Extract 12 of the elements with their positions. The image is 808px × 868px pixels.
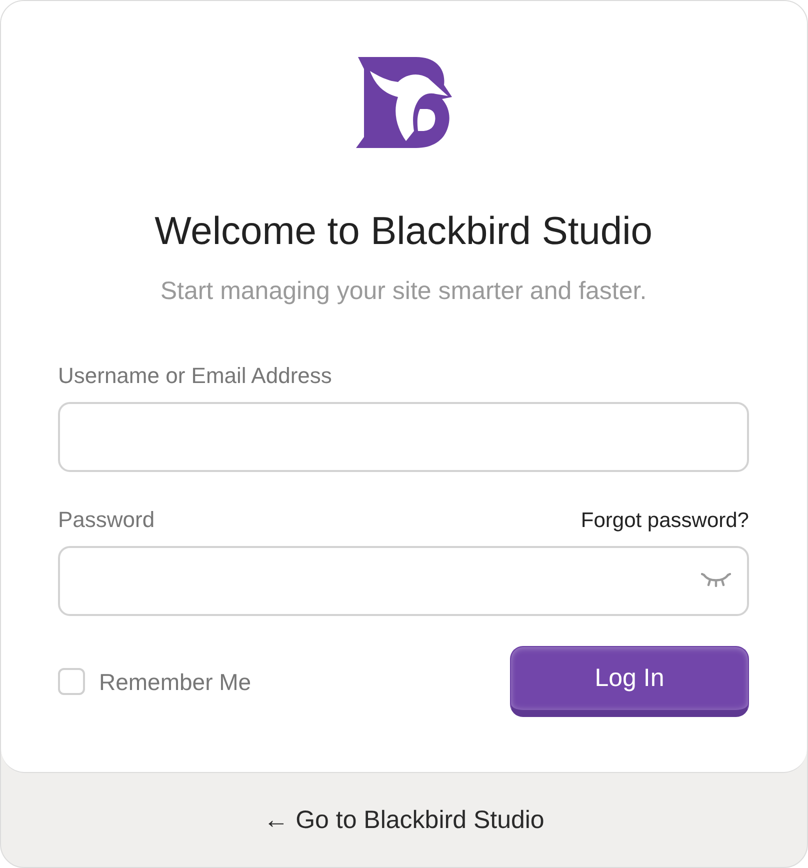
remember-checkbox[interactable]: [58, 668, 85, 695]
password-field[interactable]: [58, 546, 749, 616]
field-label: Password: [58, 506, 155, 534]
welcome-heading: Welcome to Blackbird Studio: [154, 209, 654, 255]
forgot-password-link[interactable]: Forgot password?: [580, 508, 749, 534]
welcome-subheading: Start managing your site smarter and faster.: [159, 276, 648, 306]
login-button[interactable]: Log In: [510, 646, 749, 717]
field-label: Username or Email Address: [58, 362, 332, 390]
username-field[interactable]: [58, 402, 749, 472]
back-to-site-link[interactable]: ← Go to Blackbird Studio: [264, 805, 544, 835]
closed-eye-icon[interactable]: [701, 573, 731, 587]
remember-label: Remember Me: [99, 668, 252, 696]
